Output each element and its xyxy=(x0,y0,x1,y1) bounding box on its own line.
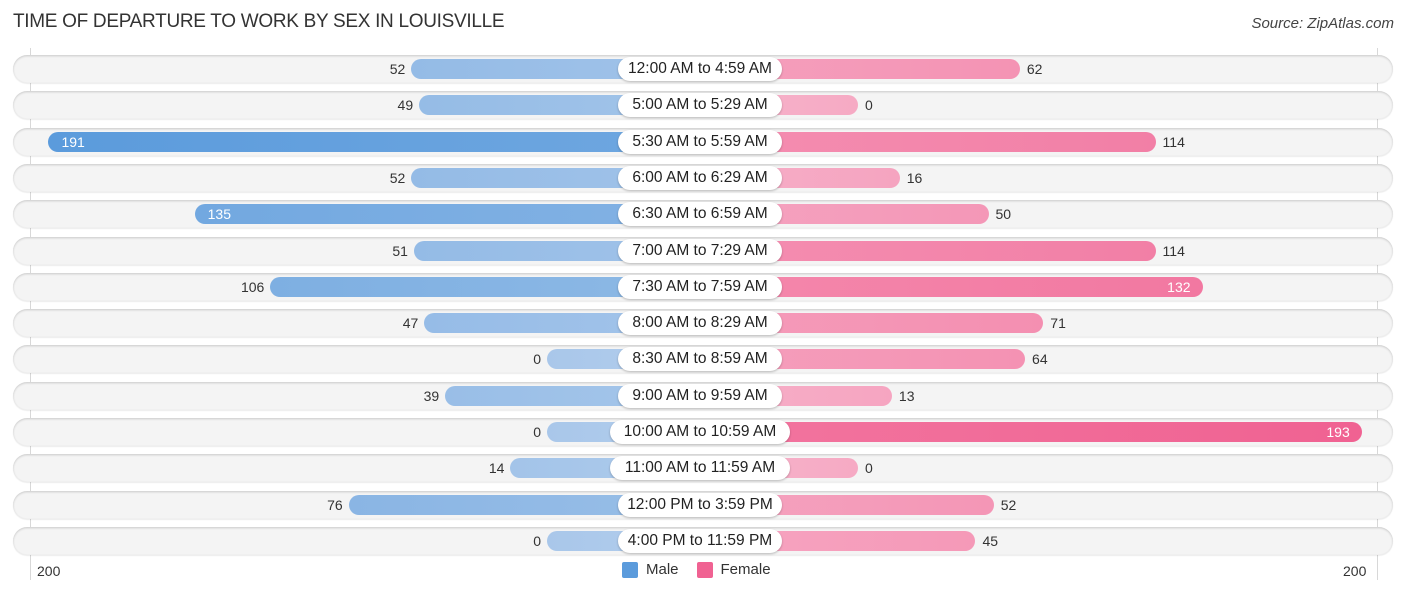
category-label: 12:00 AM to 4:59 AM xyxy=(618,57,782,81)
legend-swatch-female xyxy=(696,561,713,578)
category-label: 6:30 AM to 6:59 AM xyxy=(618,202,782,227)
category-label: 7:30 AM to 7:59 AM xyxy=(618,274,782,299)
value-label-male: 52 xyxy=(389,61,406,77)
value-label-male: 0 xyxy=(533,424,541,440)
value-label-female: 0 xyxy=(865,460,873,477)
value-label-female: 71 xyxy=(1050,315,1066,332)
value-label-female: 0 xyxy=(865,97,873,114)
value-label-female: 62 xyxy=(1026,61,1043,77)
category-label: 6:00 AM to 6:29 AM xyxy=(618,165,782,190)
bar-male[interactable] xyxy=(48,131,700,152)
bar-female[interactable] xyxy=(700,422,1362,442)
value-label-female: 50 xyxy=(995,206,1012,223)
value-label-female: 52 xyxy=(1000,496,1017,513)
category-label: 5:00 AM to 5:29 AM xyxy=(618,93,782,118)
category-label: 11:00 AM to 11:59 AM xyxy=(610,456,790,481)
value-label-female: 132 xyxy=(1167,278,1191,295)
value-label-female: 13 xyxy=(898,387,915,404)
legend-swatch-male xyxy=(622,561,638,578)
category-label: 4:00 PM to 11:59 PM xyxy=(618,528,782,553)
legend-label-female: Female xyxy=(720,561,771,578)
category-label: 8:00 AM to 8:29 AM xyxy=(618,311,782,336)
axis-tick-left: 200 xyxy=(37,563,61,579)
value-label-male: 49 xyxy=(397,97,414,114)
value-label-male: 135 xyxy=(207,206,231,223)
value-label-male: 47 xyxy=(402,315,419,332)
value-label-male: 14 xyxy=(488,460,505,477)
value-label-male: 106 xyxy=(240,278,265,295)
value-label-female: 193 xyxy=(1326,424,1350,440)
legend: Male Female xyxy=(622,561,789,578)
legend-item-male[interactable]: Male xyxy=(622,561,679,578)
value-label-male: 51 xyxy=(392,242,408,259)
value-label-female: 45 xyxy=(982,532,999,549)
chart-title: TIME OF DEPARTURE TO WORK BY SEX IN LOUI… xyxy=(13,11,505,32)
category-label: 9:00 AM to 9:59 AM xyxy=(618,383,782,408)
value-label-male: 0 xyxy=(533,351,541,368)
source-label: Source: ZipAtlas.com xyxy=(1251,15,1394,32)
axis-tick-right: 200 xyxy=(1343,563,1367,579)
value-label-female: 114 xyxy=(1162,242,1185,259)
value-label-male: 39 xyxy=(423,387,440,404)
legend-label-male: Male xyxy=(646,561,679,578)
value-label-female: 16 xyxy=(906,169,923,186)
category-label: 5:30 AM to 5:59 AM xyxy=(618,129,782,154)
value-label-male: 52 xyxy=(389,169,406,186)
legend-item-female[interactable]: Female xyxy=(696,561,771,578)
category-label: 7:00 AM to 7:29 AM xyxy=(618,238,782,263)
category-label: 10:00 AM to 10:59 AM xyxy=(610,420,790,444)
category-label: 12:00 PM to 3:59 PM xyxy=(618,492,782,517)
category-label: 8:30 AM to 8:59 AM xyxy=(618,347,782,372)
value-label-male: 191 xyxy=(61,133,85,150)
value-label-male: 76 xyxy=(327,496,343,513)
value-label-female: 64 xyxy=(1032,351,1048,368)
value-label-male: 0 xyxy=(533,532,541,549)
value-label-female: 114 xyxy=(1162,133,1185,150)
